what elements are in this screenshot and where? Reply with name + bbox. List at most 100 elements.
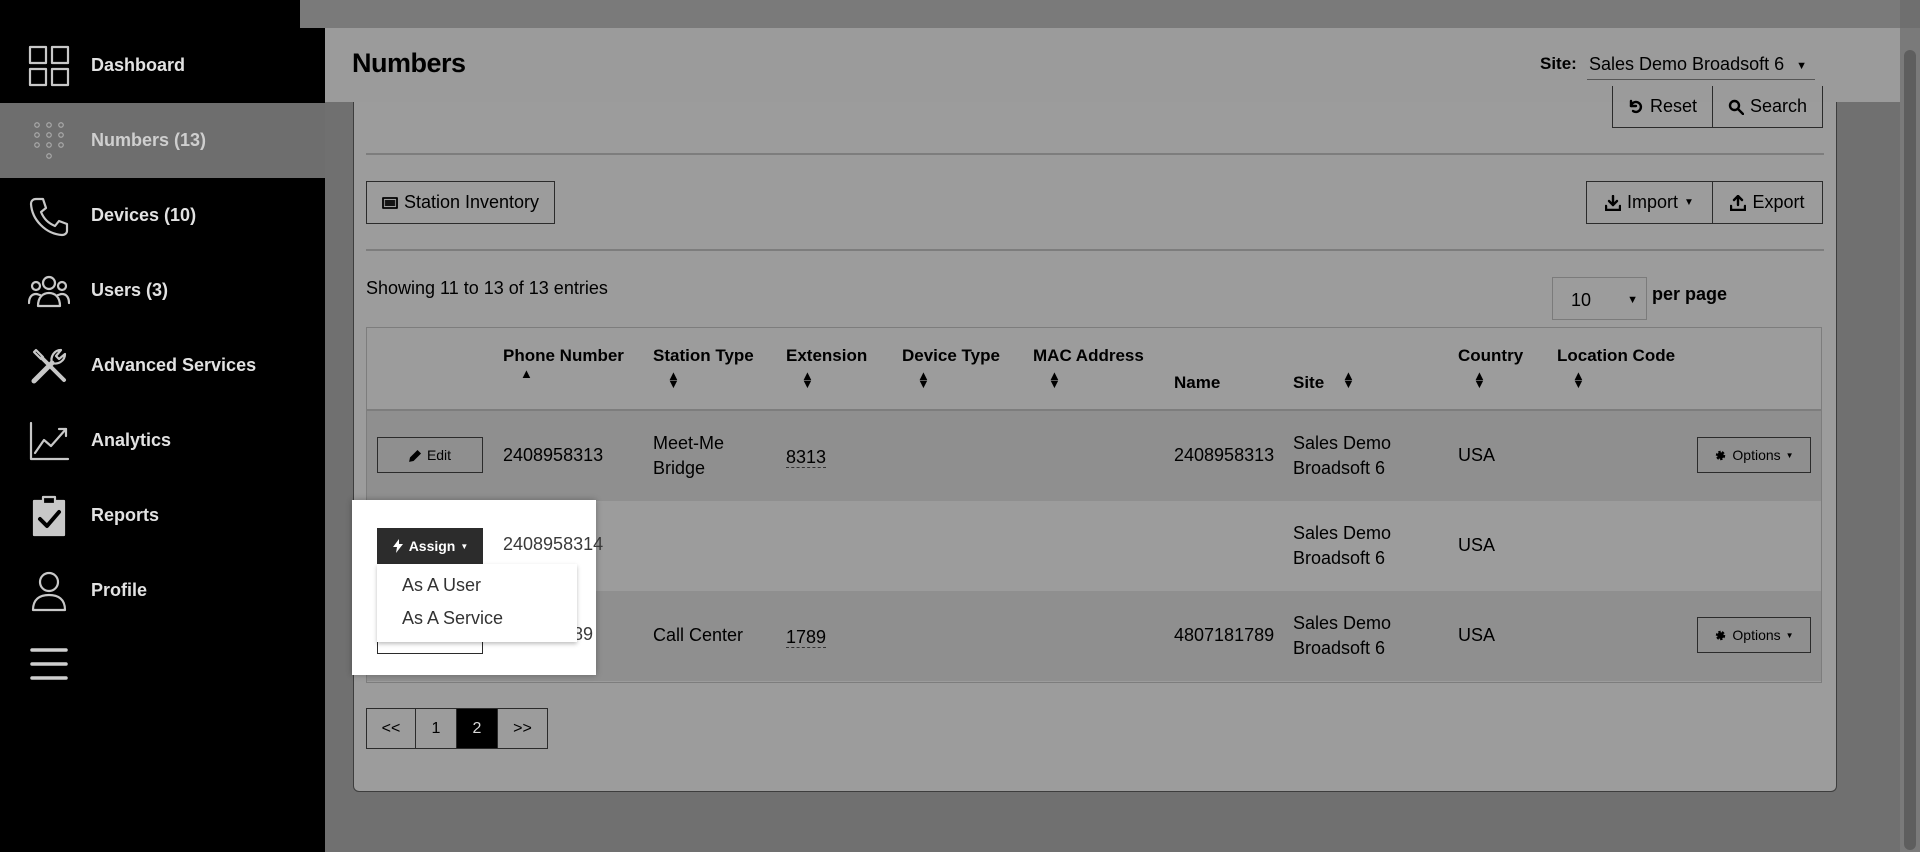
search-icon bbox=[1728, 99, 1744, 115]
sort-icon[interactable]: ▲ ▼ bbox=[1572, 369, 1585, 390]
country-cell: USA bbox=[1458, 445, 1496, 465]
site-line: Broadsoft 6 bbox=[1293, 638, 1386, 658]
column-header-name[interactable]: Name bbox=[1174, 373, 1220, 393]
clipboard-check-icon bbox=[28, 495, 70, 537]
name-cell: 2408958313 bbox=[1174, 445, 1275, 465]
site-line: Sales Demo bbox=[1293, 613, 1392, 633]
per-page-label: per page bbox=[1652, 284, 1728, 304]
edit-label: Edit bbox=[426, 447, 452, 463]
sidebar-item-label: Dashboard bbox=[91, 55, 186, 75]
extension-cell[interactable]: 1789 bbox=[786, 625, 827, 650]
pagination-first[interactable]: << bbox=[367, 709, 416, 748]
menu-item-as-a-user[interactable]: As A User bbox=[402, 575, 481, 596]
reset-button[interactable]: Reset bbox=[1612, 86, 1713, 128]
menu-item-as-a-service[interactable]: As A Service bbox=[402, 608, 503, 629]
site-cell: Sales Demo Broadsoft 6 bbox=[1293, 611, 1391, 661]
export-button[interactable]: Export bbox=[1712, 181, 1823, 224]
sidebar-item-profile[interactable]: Profile bbox=[0, 553, 325, 628]
sort-icon[interactable]: ▲ ▼ bbox=[917, 369, 930, 390]
column-header-mac-address[interactable]: MAC Address bbox=[1033, 346, 1144, 366]
column-header-extension[interactable]: Extension bbox=[786, 346, 867, 366]
extension-link[interactable]: 1789 bbox=[786, 627, 827, 648]
sidebar-item-dashboard[interactable]: Dashboard bbox=[0, 28, 325, 103]
sidebar-item-devices[interactable]: Devices (10) bbox=[0, 178, 325, 253]
sort-asc-icon[interactable]: ▲ bbox=[520, 367, 533, 380]
sort-icon[interactable]: ▲ ▼ bbox=[1342, 369, 1355, 390]
caret-down-icon: ▼ bbox=[1627, 294, 1638, 306]
sidebar-item-label: Analytics bbox=[91, 430, 172, 450]
page-title: Numbers bbox=[352, 48, 466, 78]
column-header-phone-number[interactable]: Phone Number bbox=[503, 346, 624, 366]
gear-icon bbox=[1716, 630, 1726, 640]
import-button[interactable]: Import ▼ bbox=[1586, 181, 1713, 224]
sort-icon[interactable]: ▲ ▼ bbox=[801, 369, 814, 390]
options-label: Options bbox=[1732, 627, 1781, 643]
column-header-country[interactable]: Country bbox=[1458, 346, 1523, 366]
assign-label: Assign bbox=[408, 538, 456, 554]
reset-icon bbox=[1629, 99, 1643, 113]
sort-icon[interactable]: ▲ ▼ bbox=[1048, 369, 1061, 390]
per-page-select[interactable]: 10 ▼ bbox=[1552, 277, 1647, 320]
sidebar-item-reports[interactable]: Reports bbox=[0, 478, 325, 553]
person-icon bbox=[28, 570, 70, 612]
country-cell: USA bbox=[1458, 535, 1496, 555]
caret-down-icon: ▼ bbox=[1785, 630, 1794, 640]
sidebar-item-numbers[interactable]: Numbers (13) bbox=[0, 103, 325, 178]
extension-cell[interactable]: 8313 bbox=[786, 445, 827, 470]
sidebar-item-advanced-services[interactable]: Advanced Services bbox=[0, 328, 325, 403]
station-inventory-button[interactable]: Station Inventory bbox=[366, 181, 555, 224]
column-header-location-code[interactable]: Location Code bbox=[1557, 346, 1675, 366]
scrollbar[interactable] bbox=[1900, 28, 1920, 852]
extension-link[interactable]: 8313 bbox=[786, 447, 827, 468]
download-icon bbox=[1605, 194, 1622, 211]
dialpad-icon bbox=[28, 120, 70, 162]
pagination-last[interactable]: >> bbox=[498, 709, 547, 748]
sidebar-item-users[interactable]: Users (3) bbox=[0, 253, 325, 328]
per-page-value: 10 bbox=[1571, 290, 1592, 310]
edit-button[interactable]: Edit bbox=[377, 437, 483, 473]
pencil-icon bbox=[409, 449, 421, 462]
hamburger-menu-icon[interactable] bbox=[30, 647, 68, 681]
caret-down-icon: ▼ bbox=[460, 541, 469, 551]
dashboard-grid-icon bbox=[28, 45, 70, 87]
sidebar-item-label: Devices (10) bbox=[91, 205, 197, 225]
caret-down-icon: ▼ bbox=[1796, 60, 1807, 72]
options-button[interactable]: Options ▼ bbox=[1697, 617, 1811, 653]
column-header-station-type[interactable]: Station Type bbox=[653, 346, 754, 366]
search-button[interactable]: Search bbox=[1712, 86, 1823, 128]
sort-icon[interactable]: ▲ ▼ bbox=[1473, 369, 1486, 390]
tools-icon bbox=[28, 345, 70, 387]
assign-dropdown-menu: As A User As A Service bbox=[377, 564, 577, 642]
caret-down-icon: ▼ bbox=[1684, 197, 1694, 208]
sidebar-item-analytics[interactable]: Analytics bbox=[0, 403, 325, 478]
column-header-site[interactable]: Site bbox=[1293, 373, 1324, 393]
station-type-line: Meet-Me bbox=[653, 433, 725, 453]
export-label: Export bbox=[1752, 192, 1805, 212]
station-inventory-label: Station Inventory bbox=[403, 192, 540, 212]
site-cell: Sales Demo Broadsoft 6 bbox=[1293, 521, 1391, 571]
phone-number-cell: 2408958314 bbox=[503, 534, 604, 554]
site-select[interactable]: Sales Demo Broadsoft 6 ▼ bbox=[1587, 48, 1815, 80]
caret-down-icon: ▼ bbox=[1785, 450, 1794, 460]
sidebar-item-label: Reports bbox=[91, 505, 160, 525]
column-header-device-type[interactable]: Device Type bbox=[902, 346, 1000, 366]
assign-button[interactable]: Assign ▼ bbox=[377, 528, 483, 564]
site-line: Broadsoft 6 bbox=[1293, 548, 1386, 568]
phone-icon bbox=[28, 195, 70, 237]
pagination-page[interactable]: 1 bbox=[416, 709, 457, 748]
scrollbar-thumb[interactable] bbox=[1904, 50, 1916, 850]
country-cell: USA bbox=[1458, 625, 1496, 645]
site-cell: Sales Demo Broadsoft 6 bbox=[1293, 431, 1391, 481]
entries-info: Showing 11 to 13 of 13 entries bbox=[366, 278, 608, 298]
sidebar-item-label: Profile bbox=[91, 580, 148, 600]
top-bar bbox=[300, 0, 1900, 28]
pagination-page-current[interactable]: 2 bbox=[457, 709, 498, 748]
sort-icon[interactable]: ▲ ▼ bbox=[667, 369, 680, 390]
list-alt-icon bbox=[382, 196, 398, 209]
phone-number-cell: 2408958313 bbox=[503, 445, 604, 465]
divider bbox=[366, 249, 1824, 251]
options-button[interactable]: Options ▼ bbox=[1697, 437, 1811, 473]
sidebar-item-label: Numbers (13) bbox=[91, 130, 207, 150]
users-icon bbox=[28, 270, 70, 312]
upload-icon bbox=[1730, 194, 1747, 211]
